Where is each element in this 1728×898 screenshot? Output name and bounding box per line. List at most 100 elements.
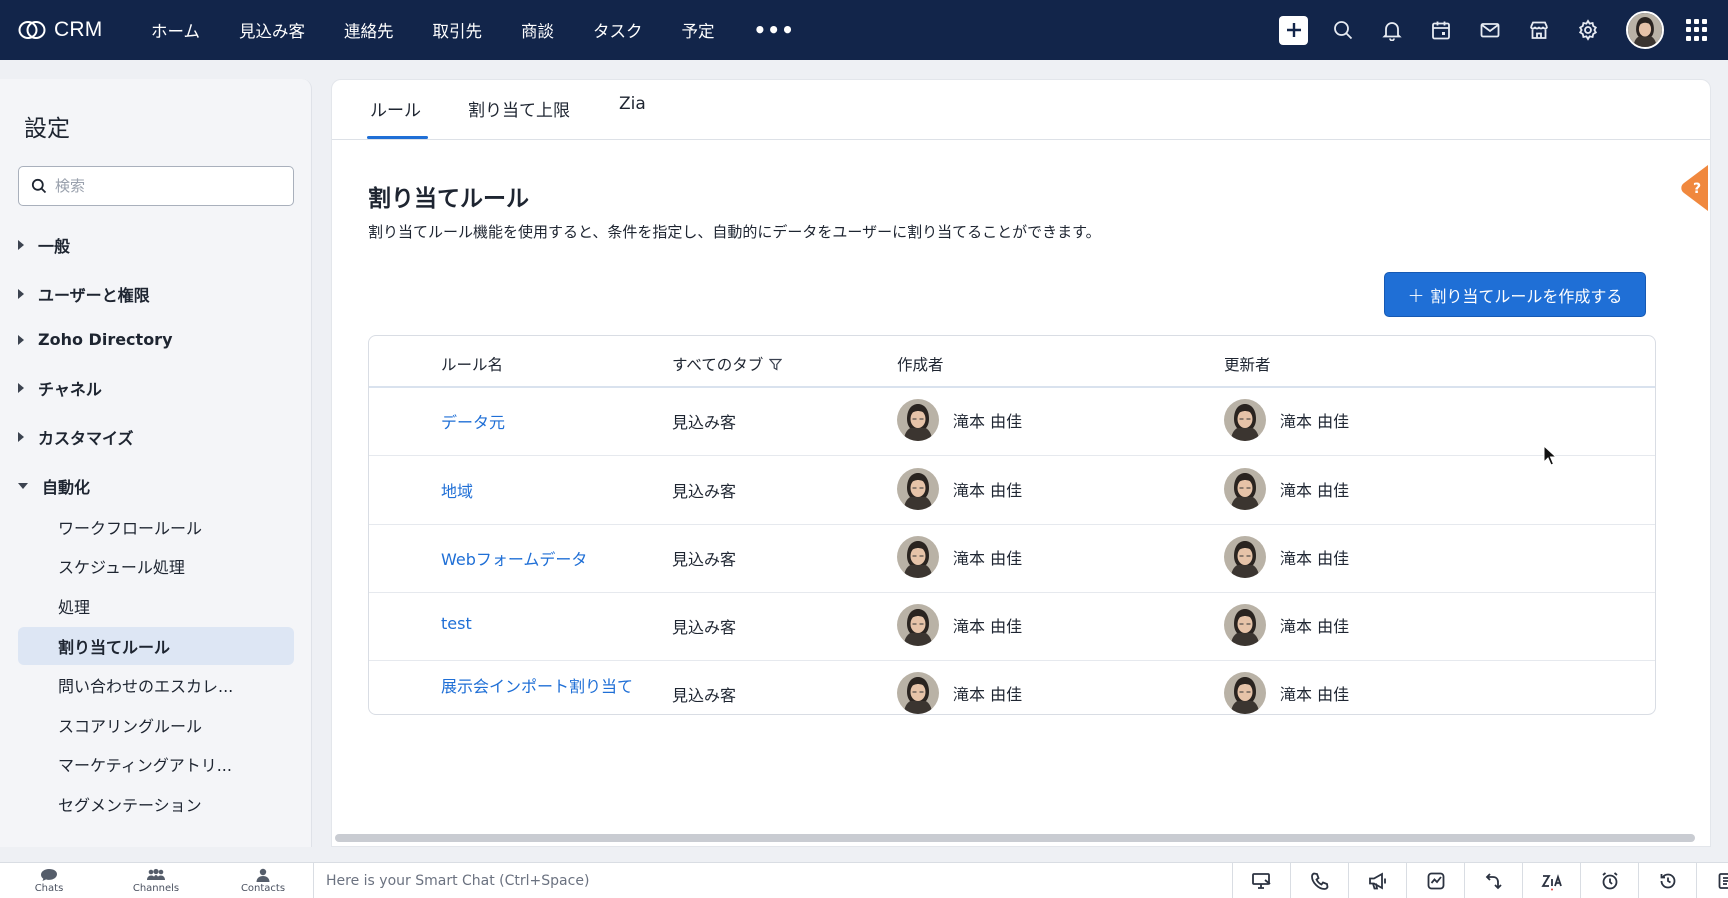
sidebar-group-channels[interactable]: チャネル: [18, 376, 102, 400]
table-row: Webフォームデータ 見込み客 滝本 由佳 滝本 由佳: [369, 525, 1655, 593]
nav-deals[interactable]: 商談: [521, 18, 554, 42]
avatar: [897, 672, 939, 714]
rotate-button[interactable]: [1464, 863, 1522, 898]
rule-tab: 見込み客: [672, 686, 737, 705]
megaphone-icon: [1368, 872, 1386, 890]
tab-bar: ルール 割り当て上限 Zia: [332, 80, 1710, 140]
tab-zia[interactable]: Zia: [619, 94, 646, 114]
store-icon: [1530, 21, 1548, 39]
active-tab-indicator: [367, 136, 428, 139]
alarm-button[interactable]: [1580, 863, 1638, 898]
rule-name-link[interactable]: データ元: [441, 409, 505, 433]
calendar-button[interactable]: [1428, 17, 1454, 43]
settings-button[interactable]: [1575, 17, 1601, 43]
sidebar-group-customize[interactable]: カスタマイズ: [18, 425, 134, 449]
sidebar-group-automation[interactable]: 自動化: [18, 474, 90, 498]
rule-name-link[interactable]: 展示会インポート割り当て: [441, 673, 633, 697]
nav-tasks[interactable]: タスク: [593, 18, 643, 42]
header-rule-name: ルール名: [441, 356, 504, 374]
sidebar-group-zoho-directory[interactable]: Zoho Directory: [18, 330, 173, 349]
horizontal-scrollbar[interactable]: [335, 834, 1695, 842]
rule-name-link[interactable]: Webフォームデータ: [441, 546, 587, 570]
sidebar-item-workflow-rules[interactable]: ワークフロールール: [18, 508, 294, 546]
help-icon[interactable]: ?: [1680, 165, 1708, 211]
creator-name: 滝本 由佳: [953, 412, 1023, 431]
notes-button[interactable]: [1696, 863, 1728, 898]
phone-button[interactable]: [1290, 863, 1348, 898]
analytics-button[interactable]: [1406, 863, 1464, 898]
search-button[interactable]: [1330, 17, 1356, 43]
top-right-tools: [1279, 0, 1728, 60]
campaign-button[interactable]: [1348, 863, 1406, 898]
tab-assignment-limits[interactable]: 割り当て上限: [468, 96, 570, 121]
creator: 滝本 由佳: [897, 604, 1022, 646]
updater-name: 滝本 由佳: [1280, 412, 1350, 431]
nav-home[interactable]: ホーム: [151, 18, 200, 42]
channels-icon: [147, 868, 165, 880]
nav-contacts[interactable]: 連絡先: [344, 18, 394, 42]
header-created-by: 作成者: [897, 356, 944, 374]
sidebar-item-scoring-rules[interactable]: スコアリングルール: [18, 706, 294, 744]
notifications-button[interactable]: [1379, 17, 1405, 43]
top-navigation-bar: CRM ホーム 見込み客 連絡先 取引先 商談 タスク 予定 •••: [0, 0, 1728, 60]
screen-share-icon: [1251, 873, 1271, 889]
settings-sidebar: 設定 一般 ユーザーと権限 Zoho Directory チャネル カスタマイズ…: [0, 79, 312, 847]
sidebar-item-assignment-rules[interactable]: 割り当てルール: [18, 627, 294, 665]
avatar: [1224, 399, 1266, 441]
sidebar-item-schedules[interactable]: スケジュール処理: [18, 547, 294, 585]
smart-chat-input[interactable]: [326, 873, 1206, 889]
sidebar-item-actions[interactable]: 処理: [18, 587, 294, 625]
avatar: [897, 536, 939, 578]
rule-tab: 見込み客: [672, 413, 737, 432]
rule-name-link[interactable]: test: [441, 614, 472, 633]
creator: 滝本 由佳: [897, 468, 1022, 510]
contacts-label: Contacts: [240, 883, 286, 894]
screen-share-button[interactable]: [1232, 863, 1290, 898]
mail-button[interactable]: [1477, 17, 1503, 43]
sidebar-item-case-escalation[interactable]: 問い合わせのエスカレ...: [18, 666, 294, 704]
creator: 滝本 由佳: [897, 672, 1022, 714]
chats-button[interactable]: Chats: [9, 863, 89, 898]
history-button[interactable]: [1638, 863, 1696, 898]
nav-accounts[interactable]: 取引先: [433, 18, 483, 42]
nav-more-button[interactable]: •••: [754, 18, 795, 42]
user-avatar[interactable]: [1626, 11, 1664, 49]
avatar: [1224, 672, 1266, 714]
sidebar-group-users-permissions[interactable]: ユーザーと権限: [18, 282, 150, 306]
create-assignment-rule-button[interactable]: + 割り当てルールを作成する: [1384, 272, 1646, 317]
nav-leads[interactable]: 見込み客: [239, 18, 305, 42]
smart-chat-bar: [313, 863, 1233, 898]
creator: 滝本 由佳: [897, 536, 1022, 578]
zia-button[interactable]: [1522, 863, 1580, 898]
search-icon: [31, 178, 47, 194]
header-modified-by: 更新者: [1224, 356, 1271, 374]
updater-name: 滝本 由佳: [1280, 481, 1350, 500]
page-title: 割り当てルール: [368, 186, 529, 212]
plus-icon: [1286, 23, 1301, 37]
quick-create-button[interactable]: [1279, 15, 1308, 45]
crm-logo[interactable]: CRM: [18, 18, 128, 42]
apps-grid-icon[interactable]: [1686, 19, 1708, 41]
avatar: [1224, 468, 1266, 510]
sidebar-group-general[interactable]: 一般: [18, 233, 70, 257]
filter-icon[interactable]: [769, 358, 783, 371]
updater-name: 滝本 由佳: [1280, 549, 1350, 568]
app-name: CRM: [54, 18, 103, 41]
bottom-bar: Chats Channels Contacts: [0, 862, 1728, 898]
nav-meetings[interactable]: 予定: [682, 18, 715, 42]
updater: 滝本 由佳: [1224, 604, 1349, 646]
sidebar-group-label: カスタマイズ: [38, 429, 134, 448]
tab-rules[interactable]: ルール: [370, 96, 421, 121]
rule-tab: 見込み客: [672, 550, 737, 569]
rule-name-link[interactable]: 地域: [441, 478, 473, 502]
sidebar-item-marketing-attribution[interactable]: マーケティングアトリ...: [18, 745, 294, 783]
sidebar-item-segmentation[interactable]: セグメンテーション: [18, 785, 294, 823]
marketplace-button[interactable]: [1526, 17, 1552, 43]
contacts-button[interactable]: Contacts: [223, 863, 303, 898]
phone-icon: [1310, 872, 1328, 890]
sidebar-search-input[interactable]: [55, 177, 275, 195]
mail-icon: [1480, 23, 1500, 38]
caret-right-icon: [18, 334, 24, 345]
channels-button[interactable]: Channels: [116, 863, 196, 898]
mouse-cursor-icon: [1543, 445, 1557, 466]
